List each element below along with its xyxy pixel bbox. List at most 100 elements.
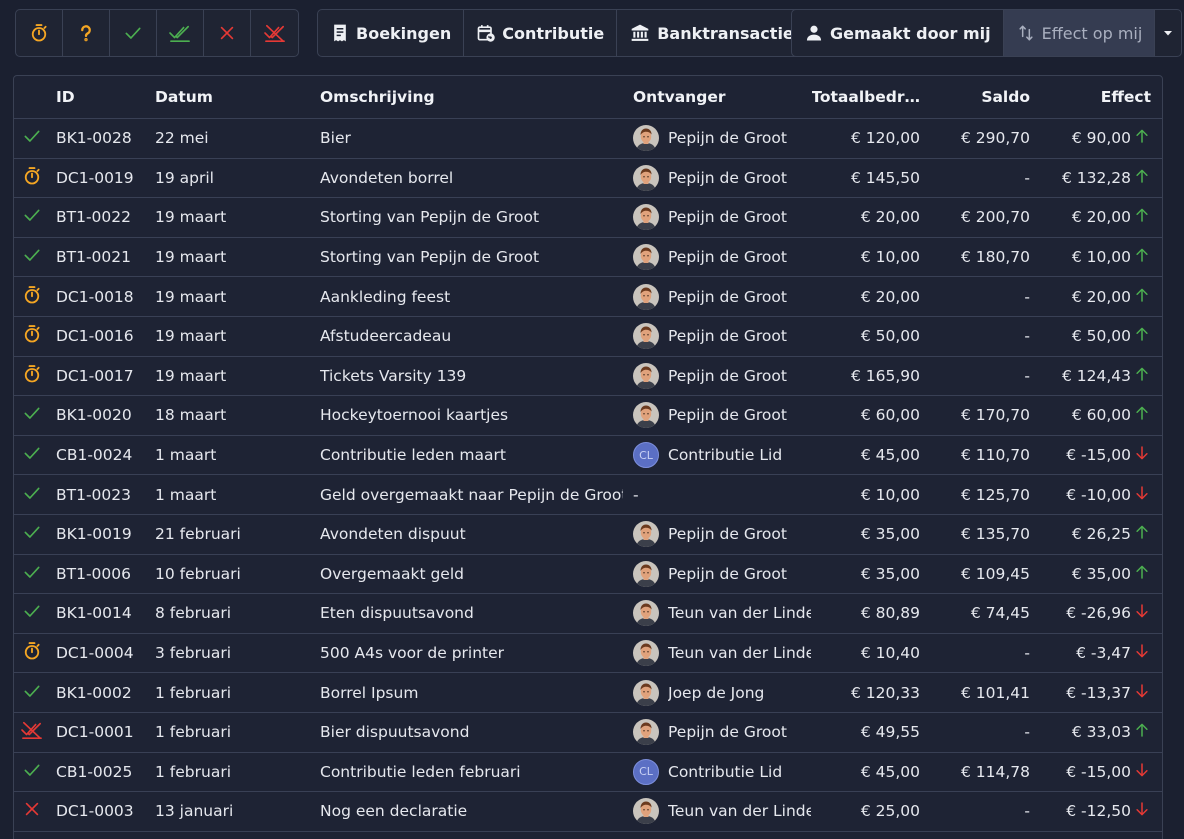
- status-cell: [17, 317, 47, 356]
- date-cell: 3 februari: [155, 644, 231, 663]
- description-cell: Bier dispuutsavond: [320, 723, 470, 742]
- balance-cell: € 200,70: [960, 208, 1030, 227]
- header-recipient[interactable]: Ontvanger: [633, 76, 811, 118]
- balance-cell: -: [1024, 366, 1030, 385]
- crossed-double-check-icon: [263, 23, 287, 43]
- date-cell: 1 februari: [155, 723, 231, 742]
- balance-cell: -: [1024, 644, 1030, 663]
- id-cell: BK1-0020: [56, 406, 132, 425]
- table-row[interactable]: BK1-0002 1 februari Borrel Ipsum Joep de Jo…: [14, 673, 1162, 713]
- recipient-name: Joep de Jong: [668, 683, 765, 702]
- check-icon: [22, 601, 42, 625]
- table-row[interactable]: DC1-0019 19 april Avondeten borrel Pepijn d…: [14, 159, 1162, 199]
- total-cell: € 10,00: [860, 248, 920, 267]
- header-effect[interactable]: Effect: [1038, 76, 1151, 118]
- total-cell: € 49,55: [860, 723, 920, 742]
- owner-filter-group: Gemaakt door mij Effect op mij: [791, 9, 1183, 57]
- table-row[interactable]: DC1-0018 19 maart Aankleding feest Pepijn d…: [14, 277, 1162, 317]
- effect-cell: € 50,00: [1038, 317, 1151, 356]
- filter-label: Gemaakt door mij: [830, 23, 991, 43]
- effect-on-me-button[interactable]: Effect op mij: [1003, 10, 1156, 56]
- date-cell: 10 februari: [155, 564, 241, 583]
- swap-vertical-icon: [1016, 23, 1036, 43]
- header-date[interactable]: Datum: [155, 76, 315, 118]
- table-row[interactable]: DC1-0004 3 februari 500 A4s voor de printe…: [14, 634, 1162, 674]
- recipient-name: Pepijn de Groot: [668, 327, 787, 346]
- table-row[interactable]: CB1-0025 1 februari Contributie leden febr…: [14, 753, 1162, 793]
- stopwatch-icon: [22, 324, 42, 348]
- status-filter-close[interactable]: [204, 10, 251, 56]
- status-filter-double-check[interactable]: [157, 10, 204, 56]
- table-row[interactable]: BT1-0006 10 februari Overgemaakt geld Pepij…: [14, 555, 1162, 595]
- table-row[interactable]: CB1-0024 1 maart Contributie leden maart CL…: [14, 436, 1162, 476]
- status-filter-crossed-double-check[interactable]: [251, 10, 298, 56]
- recipient-cell: Pepijn de Groot: [633, 277, 811, 316]
- status-filter-question-mark[interactable]: [63, 10, 110, 56]
- id-cell: BT1-0022: [56, 208, 132, 227]
- balance-cell: € 135,70: [960, 525, 1030, 544]
- table-row[interactable]: BK1-0020 18 maart Hockeytoernooi kaartjes P…: [14, 396, 1162, 436]
- table-row[interactable]: BK1-0028 22 mei Bier Pepijn de Groot € 120,0…: [14, 119, 1162, 159]
- effect-cell: € -15,00: [1038, 436, 1151, 475]
- recipient-cell: Teun van der Linde: [633, 792, 811, 831]
- balance-cell: € 74,45: [970, 604, 1030, 623]
- table-row[interactable]: BK1-0019 21 februari Avondeten dispuut Pepi…: [14, 515, 1162, 555]
- date-cell: 18 maart: [155, 406, 227, 425]
- table-row[interactable]: DC1-0003 13 januari Nog een declaratie Teun…: [14, 792, 1162, 832]
- description-cell: Avondeten dispuut: [320, 525, 466, 544]
- filter-boekingen-button[interactable]: Boekingen: [318, 10, 465, 56]
- table-row[interactable]: BT1-0021 19 maart Storting van Pepijn de G…: [14, 238, 1162, 278]
- recipient-name: Pepijn de Groot: [668, 129, 787, 148]
- balance-cell: -: [1024, 287, 1030, 306]
- id-cell: BT1-0006: [56, 564, 132, 583]
- date-cell: 1 maart: [155, 446, 217, 465]
- made-by-me-button[interactable]: Gemaakt door mij: [792, 10, 1004, 56]
- balance-cell: € 125,70: [960, 485, 1030, 504]
- id-cell: BT1-0023: [56, 485, 132, 504]
- table-row[interactable]: DC1-0016 19 maart Afstudeercadeau Pepijn de…: [14, 317, 1162, 357]
- description-cell: Geld overgemaakt naar Pepijn de Groot: [320, 485, 623, 504]
- header-balance[interactable]: Saldo: [932, 76, 1030, 118]
- header-total[interactable]: Totaalbedr…: [812, 76, 920, 118]
- description-cell: Borrel Ipsum: [320, 683, 419, 702]
- balance-cell: € 109,45: [960, 564, 1030, 583]
- status-cell: [17, 475, 47, 514]
- id-cell: DC1-0018: [56, 287, 134, 306]
- owner-filter-dropdown-button[interactable]: [1155, 10, 1181, 56]
- arrow-up-icon: [1133, 167, 1151, 189]
- transactions-table: ID Datum Omschrijving Ontvanger Totaalbe…: [13, 75, 1163, 839]
- total-cell: € 20,00: [860, 287, 920, 306]
- date-cell: 19 maart: [155, 208, 227, 227]
- recipient-name: Pepijn de Groot: [668, 723, 787, 742]
- total-cell: € 20,00: [860, 208, 920, 227]
- filter-banktransacties-button[interactable]: Banktransacties: [617, 10, 815, 56]
- description-cell: Afstudeercadeau: [320, 327, 452, 346]
- table-row[interactable]: BT1-0023 1 maart Geld overgemaakt naar Pep…: [14, 475, 1162, 515]
- effect-amount: € 124,43: [1061, 366, 1131, 385]
- status-filter-stopwatch[interactable]: [16, 10, 63, 56]
- status-filter-check[interactable]: [110, 10, 157, 56]
- header-id[interactable]: ID: [56, 76, 151, 118]
- filter-contributie-button[interactable]: Contributie: [464, 10, 618, 56]
- status-cell: [17, 396, 47, 435]
- type-filter-group: Boekingen Contributie Banktransacties: [317, 9, 817, 57]
- date-cell: 19 maart: [155, 248, 227, 267]
- table-row[interactable]: DC1-0017 19 maart Tickets Varsity 139 Pepij…: [14, 357, 1162, 397]
- balance-cell: € 170,70: [960, 406, 1030, 425]
- person-icon: [804, 23, 824, 43]
- header-description[interactable]: Omschrijving: [320, 76, 623, 118]
- effect-amount: € 132,28: [1061, 168, 1131, 187]
- table-row[interactable]: DC1-0001 1 februari Bier dispuutsavond Pepi…: [14, 713, 1162, 753]
- recipient-cell: -: [633, 475, 811, 514]
- balance-cell: -: [1024, 168, 1030, 187]
- avatar: [633, 798, 659, 825]
- recipient-name: Pepijn de Groot: [668, 208, 787, 227]
- effect-amount: € 10,00: [1071, 248, 1131, 267]
- id-cell: DC1-0019: [56, 168, 134, 187]
- date-cell: 22 mei: [155, 129, 209, 148]
- table-row[interactable]: BK1-0014 8 februari Eten dispuutsavond Teun…: [14, 594, 1162, 634]
- table-row[interactable]: BT1-0022 19 maart Storting van Pepijn de G…: [14, 198, 1162, 238]
- arrow-down-icon: [1133, 602, 1151, 624]
- recipient-name: Pepijn de Groot: [668, 406, 787, 425]
- status-cell: [17, 277, 47, 316]
